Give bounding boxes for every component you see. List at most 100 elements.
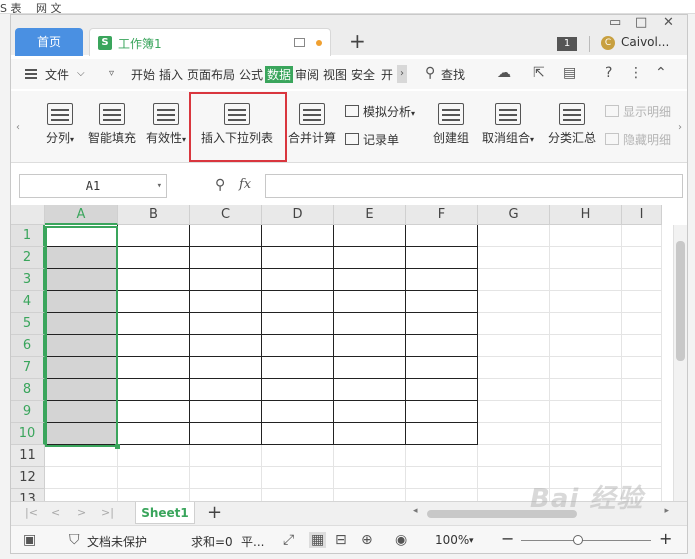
- cell-h3[interactable]: [550, 269, 622, 291]
- cell-i4[interactable]: [622, 291, 662, 313]
- tab-developer[interactable]: 开: [381, 66, 393, 83]
- cell-f4[interactable]: [406, 291, 478, 313]
- eye-protection-icon[interactable]: ◉: [395, 532, 407, 548]
- next-sheet-icon[interactable]: >: [77, 506, 86, 519]
- cell-e1[interactable]: [334, 225, 406, 247]
- cell-c13[interactable]: [190, 489, 262, 501]
- cell-c8[interactable]: [190, 379, 262, 401]
- subtotal-button[interactable]: 分类汇总: [545, 91, 599, 161]
- cell-i9[interactable]: [622, 401, 662, 423]
- normal-view-icon[interactable]: ▦: [309, 532, 327, 548]
- row-header-4[interactable]: 4: [11, 291, 45, 313]
- user-account[interactable]: C Caivol...: [601, 35, 669, 50]
- scroll-left-icon[interactable]: ◂: [413, 506, 418, 516]
- cell-d4[interactable]: [262, 291, 334, 313]
- tab-security[interactable]: 安全: [351, 66, 375, 83]
- cell-e10[interactable]: [334, 423, 406, 445]
- tab-home[interactable]: 首页: [15, 28, 83, 56]
- cell-i11[interactable]: [622, 445, 662, 467]
- cell-f6[interactable]: [406, 335, 478, 357]
- select-all-corner[interactable]: [11, 205, 45, 225]
- cell-e2[interactable]: [334, 247, 406, 269]
- protection-status[interactable]: 文档未保护: [87, 533, 147, 550]
- chevron-down-icon[interactable]: ▾: [157, 175, 162, 197]
- tab-scroll-right-icon[interactable]: ›: [397, 65, 407, 83]
- cell-d7[interactable]: [262, 357, 334, 379]
- cell-g5[interactable]: [478, 313, 550, 335]
- tab-workbook[interactable]: S 工作簿1: [89, 28, 331, 56]
- cell-h6[interactable]: [550, 335, 622, 357]
- fullscreen-icon[interactable]: ⤢: [283, 532, 294, 548]
- cell-c9[interactable]: [190, 401, 262, 423]
- ribbon-scroll-left-icon[interactable]: ‹: [13, 113, 23, 143]
- chevron-down-icon[interactable]: ⌵: [77, 68, 85, 79]
- cell-g7[interactable]: [478, 357, 550, 379]
- cell-d6[interactable]: [262, 335, 334, 357]
- cell-g11[interactable]: [478, 445, 550, 467]
- cell-f1[interactable]: [406, 225, 478, 247]
- cell-e7[interactable]: [334, 357, 406, 379]
- row-header-8[interactable]: 8: [11, 379, 45, 401]
- cell-d13[interactable]: [262, 489, 334, 501]
- cell-c4[interactable]: [190, 291, 262, 313]
- cell-h7[interactable]: [550, 357, 622, 379]
- cell-e13[interactable]: [334, 489, 406, 501]
- column-header-h[interactable]: H: [550, 205, 622, 225]
- cell-c5[interactable]: [190, 313, 262, 335]
- tab-formula[interactable]: 公式: [239, 66, 263, 83]
- cell-d1[interactable]: [262, 225, 334, 247]
- row-header-10[interactable]: 10: [11, 423, 45, 445]
- cell-d8[interactable]: [262, 379, 334, 401]
- sheet-tab-sheet1[interactable]: Sheet1: [135, 502, 195, 524]
- cell-h4[interactable]: [550, 291, 622, 313]
- page-break-view-icon[interactable]: ⊟: [335, 532, 347, 548]
- cell-i6[interactable]: [622, 335, 662, 357]
- cell-b11[interactable]: [118, 445, 190, 467]
- cell-d2[interactable]: [262, 247, 334, 269]
- cell-e3[interactable]: [334, 269, 406, 291]
- row-header-11[interactable]: 11: [11, 445, 45, 467]
- scroll-right-icon[interactable]: ▸: [664, 506, 669, 516]
- cell-c2[interactable]: [190, 247, 262, 269]
- column-header-b[interactable]: B: [118, 205, 190, 225]
- zoom-slider[interactable]: [521, 540, 651, 541]
- hide-detail-button[interactable]: 隐藏明细: [605, 131, 671, 148]
- cell-g2[interactable]: [478, 247, 550, 269]
- cell-b9[interactable]: [118, 401, 190, 423]
- cell-b1[interactable]: [118, 225, 190, 247]
- cell-f13[interactable]: [406, 489, 478, 501]
- show-detail-button[interactable]: 显示明细: [605, 103, 671, 120]
- column-header-e[interactable]: E: [334, 205, 406, 225]
- cell-a11[interactable]: [45, 445, 118, 467]
- column-header-g[interactable]: G: [478, 205, 550, 225]
- cell-d5[interactable]: [262, 313, 334, 335]
- cell-d10[interactable]: [262, 423, 334, 445]
- prev-sheet-icon[interactable]: <: [51, 506, 60, 519]
- column-header-c[interactable]: C: [190, 205, 262, 225]
- cell-b10[interactable]: [118, 423, 190, 445]
- reading-mode-icon[interactable]: ⊕: [361, 532, 373, 548]
- consolidate-button[interactable]: 合并计算: [285, 91, 339, 161]
- cell-c6[interactable]: [190, 335, 262, 357]
- cell-f7[interactable]: [406, 357, 478, 379]
- create-group-button[interactable]: 创建组: [429, 91, 473, 161]
- cell-b6[interactable]: [118, 335, 190, 357]
- cloud-sync-icon[interactable]: ☁: [497, 65, 511, 81]
- cell-b7[interactable]: [118, 357, 190, 379]
- cell-g6[interactable]: [478, 335, 550, 357]
- row-header-7[interactable]: 7: [11, 357, 45, 379]
- cell-b3[interactable]: [118, 269, 190, 291]
- row-header-13[interactable]: 13: [11, 489, 45, 501]
- first-sheet-icon[interactable]: |<: [25, 506, 38, 519]
- cell-f12[interactable]: [406, 467, 478, 489]
- cell-f11[interactable]: [406, 445, 478, 467]
- cell-e11[interactable]: [334, 445, 406, 467]
- cell-i7[interactable]: [622, 357, 662, 379]
- cell-b8[interactable]: [118, 379, 190, 401]
- cell-e4[interactable]: [334, 291, 406, 313]
- formula-input[interactable]: [265, 174, 683, 198]
- record-form-button[interactable]: 记录单: [345, 131, 399, 148]
- chevron-down-icon[interactable]: ▾: [469, 536, 474, 546]
- cell-f9[interactable]: [406, 401, 478, 423]
- row-header-9[interactable]: 9: [11, 401, 45, 423]
